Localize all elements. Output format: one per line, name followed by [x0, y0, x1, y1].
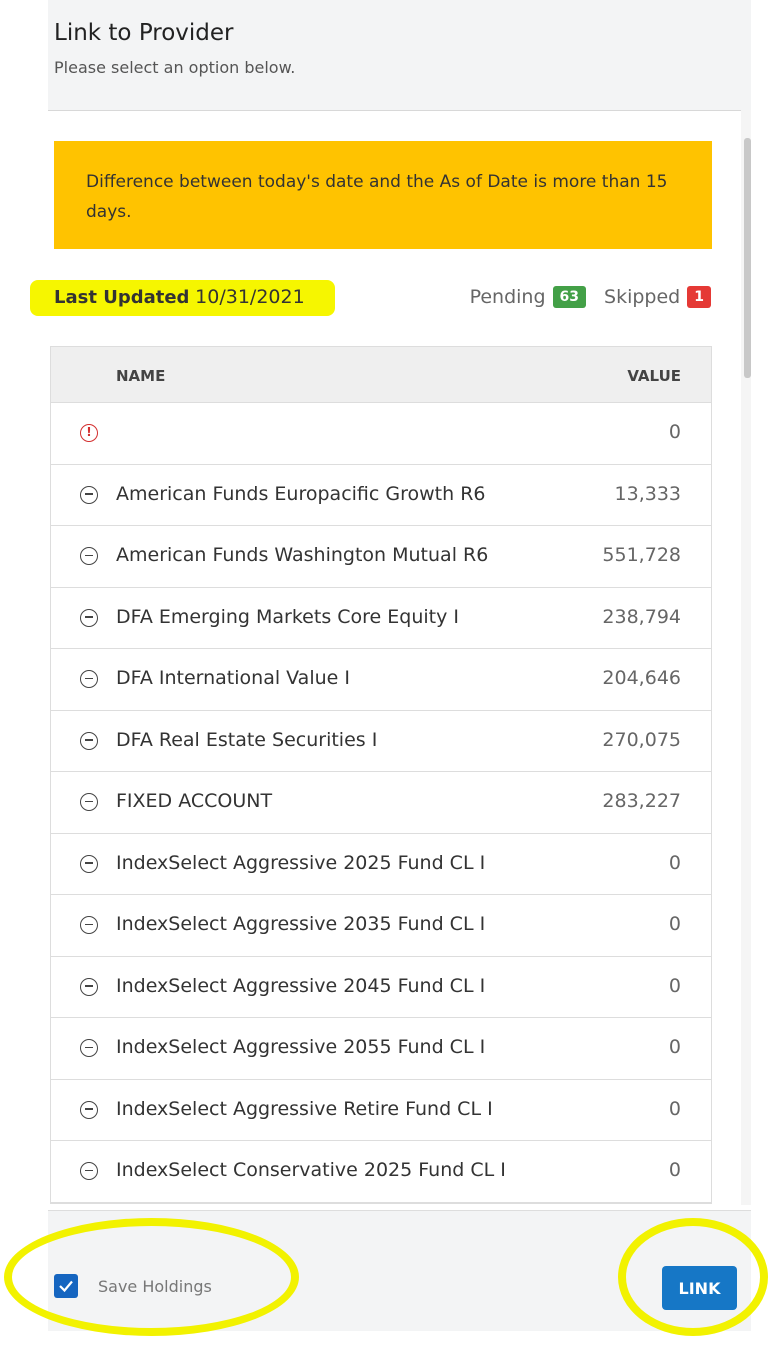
table-row[interactable]: DFA Real Estate Securities I 270,075: [51, 711, 711, 772]
table-row[interactable]: IndexSelect Aggressive 2055 Fund CL I 0: [51, 1018, 711, 1080]
minus-circle-icon[interactable]: [80, 977, 98, 996]
row-name: American Funds Europacific Growth R6: [116, 482, 486, 505]
row-name: IndexSelect Aggressive 2055 Fund CL I: [116, 1036, 486, 1058]
table-row[interactable]: American Funds Washington Mutual R6 551,7…: [51, 526, 711, 588]
row-value: 0: [668, 913, 681, 935]
minus-circle-icon[interactable]: [80, 670, 98, 688]
warning-icon[interactable]: !: [80, 424, 98, 442]
row-value: 0: [668, 1036, 681, 1058]
minus-circle-icon[interactable]: [80, 485, 98, 504]
row-value: 270,075: [602, 728, 681, 751]
row-value: 0: [668, 1097, 681, 1120]
warning-glyph: !: [86, 425, 92, 439]
holdings-table: NAME VALUE ! 0 American Funds Europacific …: [50, 346, 712, 1204]
column-header-value: VALUE: [627, 367, 681, 385]
last-updated-date: 10/31/2021: [195, 286, 305, 308]
row-name: IndexSelect Aggressive 2025 Fund CL I: [116, 851, 486, 874]
row-name: IndexSelect Aggressive 2035 Fund CL I: [116, 913, 486, 935]
table-row[interactable]: IndexSelect Aggressive 2035 Fund CL I 0: [51, 895, 711, 957]
row-value: 238,794: [602, 605, 681, 628]
row-name: IndexSelect Conservative 2025 Fund CL I: [116, 1159, 506, 1181]
row-value: 0: [668, 974, 681, 997]
table-row[interactable]: IndexSelect Aggressive Retire Fund CL I 0: [51, 1080, 711, 1141]
row-value: 551,728: [602, 544, 681, 566]
minus-circle-icon[interactable]: [80, 1039, 98, 1057]
link-to-provider-dialog: Link to Provider Please select an option…: [30, 0, 751, 1331]
minus-circle-icon[interactable]: [80, 916, 98, 934]
minus-circle-icon[interactable]: [80, 854, 98, 873]
status-counts: Pending 63 Skipped 1: [470, 286, 711, 308]
minus-circle-icon[interactable]: [80, 731, 98, 750]
highlight-circle-link-button: [618, 1218, 768, 1336]
table-row[interactable]: IndexSelect Conservative 2025 Fund CL I 0: [51, 1141, 711, 1203]
table-header: NAME VALUE: [51, 347, 711, 403]
table-row[interactable]: DFA Emerging Markets Core Equity I 238,79…: [51, 588, 711, 649]
row-name: IndexSelect Aggressive Retire Fund CL I: [116, 1097, 493, 1120]
scrollbar-thumb[interactable]: [744, 138, 751, 378]
skipped-count-badge: 1: [687, 286, 711, 308]
row-value: 0: [668, 421, 681, 443]
row-name: DFA Real Estate Securities I: [116, 728, 378, 751]
dialog-title: Link to Provider: [54, 20, 234, 46]
pending-count-badge: 63: [552, 286, 587, 308]
row-value: 13,333: [614, 482, 681, 505]
highlight-circle-save-holdings: [4, 1218, 299, 1336]
minus-circle-icon[interactable]: [80, 608, 98, 627]
dialog-subtitle: Please select an option below.: [54, 58, 296, 77]
row-name: American Funds Washington Mutual R6: [116, 544, 489, 566]
row-value: 0: [668, 1159, 681, 1181]
table-row[interactable]: DFA International Value I 204,646: [51, 649, 711, 711]
table-row[interactable]: IndexSelect Aggressive 2045 Fund CL I 0: [51, 957, 711, 1018]
row-value: 283,227: [602, 790, 681, 812]
skipped-label: Skipped: [604, 286, 681, 308]
last-updated-label: Last Updated: [54, 287, 190, 308]
row-name: IndexSelect Aggressive 2045 Fund CL I: [116, 974, 486, 997]
date-warning-alert: Difference between today's date and the …: [54, 141, 712, 249]
table-row[interactable]: American Funds Europacific Growth R6 13,3…: [51, 465, 711, 526]
table-row[interactable]: IndexSelect Aggressive 2025 Fund CL I 0: [51, 834, 711, 895]
pending-label: Pending: [469, 286, 546, 308]
table-body: ! 0 American Funds Europacific Growth R6 13…: [51, 403, 711, 1203]
column-header-name: NAME: [116, 367, 166, 385]
row-name: DFA International Value I: [116, 667, 350, 689]
table-row[interactable]: ! 0: [51, 403, 711, 465]
last-updated: Last Updated 10/31/2021: [54, 286, 305, 308]
row-name: DFA Emerging Markets Core Equity I: [116, 605, 460, 628]
minus-circle-icon[interactable]: [80, 547, 98, 565]
row-value: 204,646: [602, 667, 681, 689]
table-row[interactable]: FIXED ACCOUNT 283,227: [51, 772, 711, 834]
dialog-header: Link to Provider Please select an option…: [48, 0, 751, 111]
minus-circle-icon[interactable]: [80, 793, 98, 811]
minus-circle-icon[interactable]: [80, 1100, 98, 1119]
row-name: FIXED ACCOUNT: [116, 790, 273, 812]
minus-circle-icon[interactable]: [80, 1162, 98, 1180]
row-value: 0: [668, 851, 681, 874]
